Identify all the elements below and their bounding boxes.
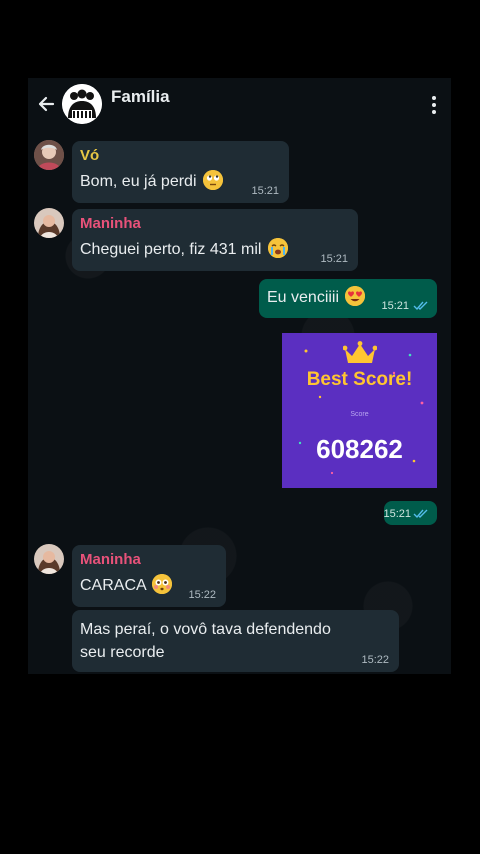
back-arrow-icon[interactable] [36, 94, 56, 114]
score-value: 608262 [316, 434, 403, 464]
group-avatar[interactable] [62, 84, 102, 124]
message-bubble-maninha-2[interactable]: Maninha CARACA 15:22 [72, 545, 226, 607]
double-check-icon [413, 301, 428, 311]
message-bubble-maninha-1[interactable]: Maninha Cheguei perto, fiz 431 mil 15:21 [72, 209, 358, 271]
message-time: 15:21 [251, 185, 279, 197]
chat-header: Família [28, 78, 451, 136]
message-time: 15:21 [383, 508, 411, 520]
message-time: 15:22 [361, 654, 389, 666]
eye-roll-emoji-icon [202, 170, 223, 190]
message-bubble-outgoing-1[interactable]: Eu venciiii 15:21 [259, 279, 437, 318]
message-text-content: Eu venciiii [267, 289, 340, 306]
message-text: CARACA [80, 574, 173, 597]
score-label: Score [350, 411, 369, 418]
message-text: Mas peraí, o vovô tava defendendo seu re… [80, 618, 331, 664]
chat-screen: Família Vó Bom, eu já perdi 15:21 Maninh… [28, 78, 451, 674]
message-text: Bom, eu já perdi [80, 170, 223, 193]
image-timestamp-bubble: 15:21 [383, 501, 437, 525]
message-bubble-vo[interactable]: Vó Bom, eu já perdi 15:21 [72, 141, 289, 203]
message-sender: Maninha [80, 551, 141, 568]
sender-avatar-vo[interactable] [34, 140, 64, 170]
double-check-icon [413, 509, 428, 519]
message-text: Cheguei perto, fiz 431 mil [80, 238, 288, 261]
message-text-line: seu recorde [80, 644, 165, 661]
message-time: 15:22 [188, 589, 216, 601]
score-title: Best Score! [306, 369, 413, 390]
heart-eyes-emoji-icon [345, 286, 366, 306]
message-text-content: Bom, eu já perdi [80, 173, 197, 190]
message-text-content: CARACA [80, 577, 146, 594]
sender-avatar-maninha[interactable] [34, 208, 64, 238]
message-sender: Vó [80, 147, 100, 164]
message-text-line: Mas peraí, o vovô tava defendendo [80, 621, 331, 638]
message-bubble-maninha-3[interactable]: Mas peraí, o vovô tava defendendo seu re… [72, 610, 399, 672]
sender-avatar-maninha[interactable] [34, 544, 64, 574]
message-text: Eu venciiii [267, 286, 366, 309]
crying-emoji-icon [267, 238, 288, 258]
chat-title[interactable]: Família [111, 87, 170, 107]
message-time: 15:21 [381, 300, 409, 312]
message-text-content: Cheguei perto, fiz 431 mil [80, 241, 262, 258]
message-time: 15:21 [320, 253, 348, 265]
message-sender: Maninha [80, 215, 141, 232]
best-score-image[interactable]: Best Score! Score 608262 [282, 333, 437, 488]
more-options-icon[interactable] [431, 96, 437, 114]
flushed-emoji-icon [152, 574, 173, 594]
